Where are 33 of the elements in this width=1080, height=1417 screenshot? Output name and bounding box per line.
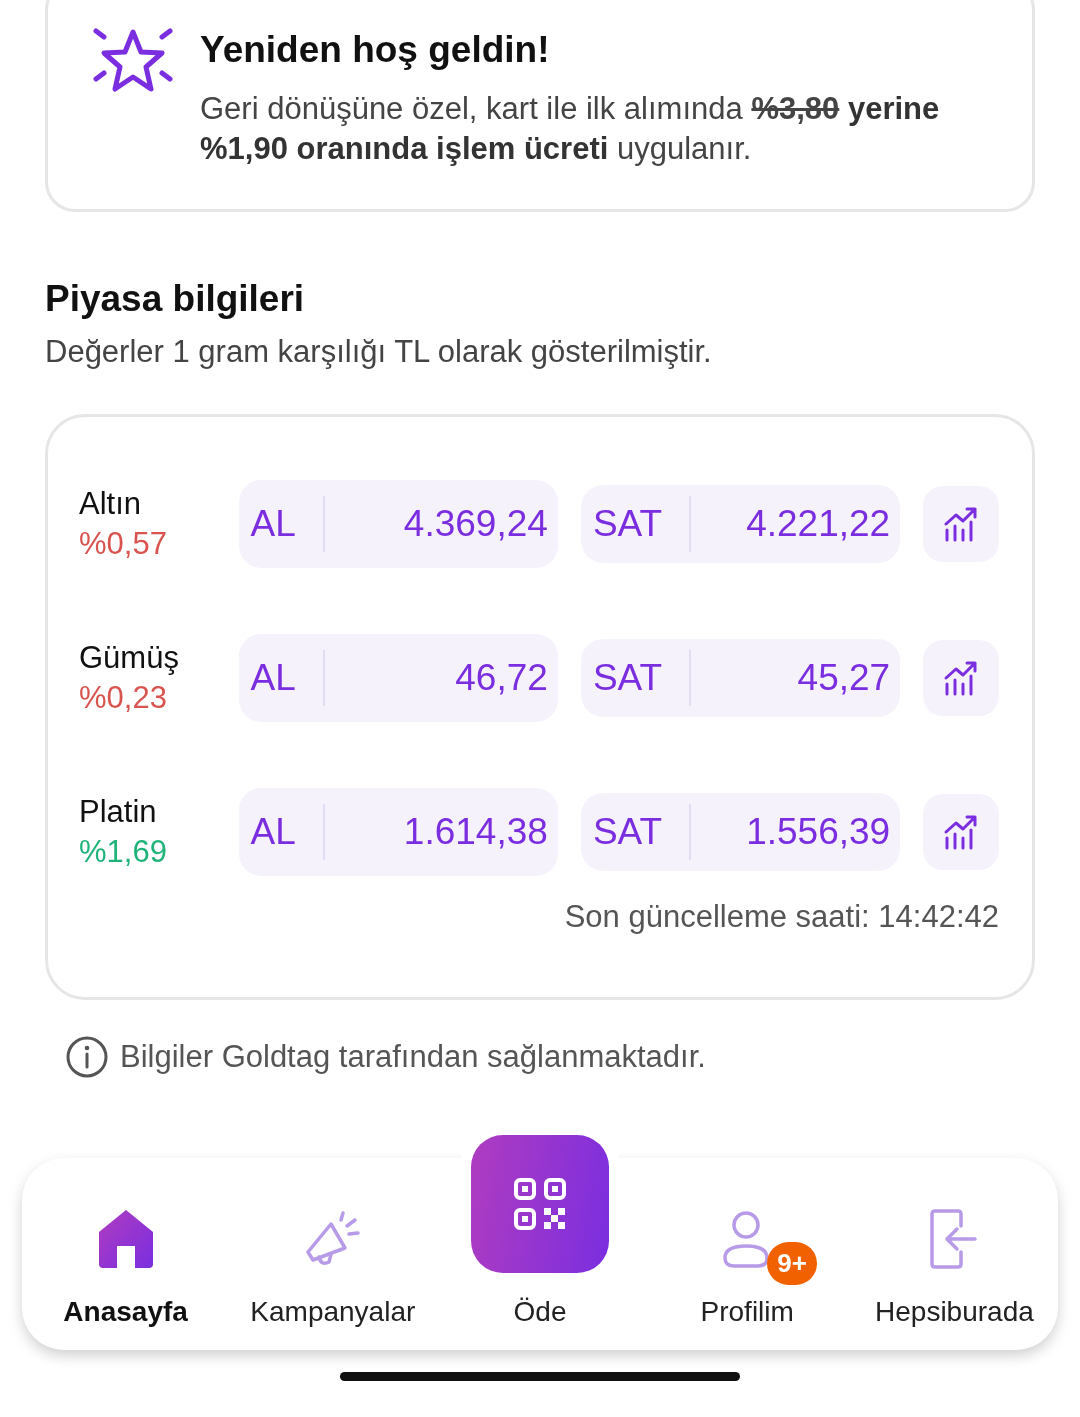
section-title: Piyasa bilgileri (45, 278, 306, 320)
buy-price-button[interactable]: AL 4.369,24 (238, 480, 558, 568)
price-change: %1,69 (79, 833, 168, 871)
metal-name: Platin (79, 793, 158, 831)
chart-icon (943, 506, 980, 542)
pay-button[interactable] (471, 1134, 609, 1273)
welcome-message: Geri dönüşüne özel, kart ile ilk alımında %3,80 yerine %1,90 oranında işlem ücreti uygulanır. (200, 90, 941, 168)
price-change: %0,57 (79, 525, 168, 563)
info-icon (66, 1036, 108, 1078)
price-change: %0,23 (79, 679, 168, 717)
metal-name: Gümüş (79, 639, 180, 677)
info-text: Bilgiler Goldtag tarafından sağlanmaktadır. (120, 1039, 706, 1075)
sell-price-button[interactable]: SAT 4.221,22 (580, 485, 901, 563)
chart-icon (943, 814, 980, 850)
nav-tab[interactable]: Anasayfa (22, 1158, 230, 1350)
chart-icon (943, 660, 980, 696)
buy-price-button[interactable]: AL 46,72 (238, 634, 558, 722)
sell-price-button[interactable]: SAT 45,27 (580, 639, 901, 717)
nav-tab[interactable]: Profilim 9+ (643, 1158, 851, 1350)
qr-code-icon (514, 1177, 566, 1230)
chart-button[interactable] (923, 794, 999, 870)
nav-tab[interactable]: Hepsiburada (850, 1158, 1058, 1350)
last-update-time: Son güncelleme saati: 14:42:42 (563, 899, 999, 935)
sell-price-button[interactable]: SAT 1.556,39 (580, 793, 901, 871)
chart-button[interactable] (923, 640, 999, 716)
notification-badge: 9+ (767, 1242, 817, 1285)
chart-button[interactable] (923, 486, 999, 562)
metal-name: Altın (79, 485, 143, 523)
welcome-title: Yeniden hoş geldin! (200, 29, 551, 71)
exit-icon (929, 1208, 980, 1270)
nav-tab[interactable]: Kampanyalar (229, 1158, 437, 1350)
buy-price-button[interactable]: AL 1.614,38 (238, 788, 558, 876)
section-subtitle: Değerler 1 gram karşılığı TL olarak gösterilmiştir. (45, 334, 713, 370)
